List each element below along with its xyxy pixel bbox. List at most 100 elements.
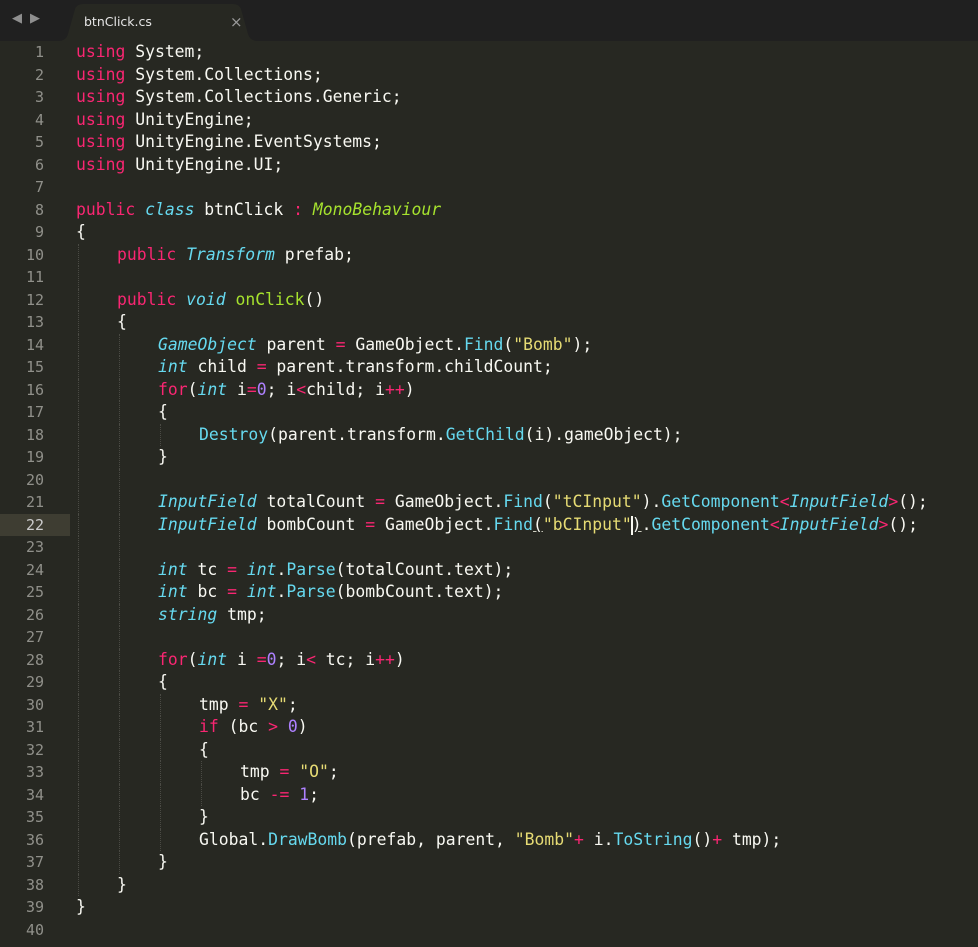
code-token: } [117,874,127,894]
close-icon[interactable]: × [230,13,243,31]
code-line[interactable]: 7 [0,176,978,199]
code-token: . [276,559,287,579]
code-token: > [888,492,899,511]
tab-btnclick[interactable]: btnClick.cs × [58,4,258,41]
code-token: ) [404,379,415,399]
code-line[interactable]: 4 using UnityEngine; [0,109,978,132]
indent-guide [119,626,120,649]
code-line[interactable]: 22 InputField bombCount = GameObject.Find… [0,513,978,536]
code-token: Find [503,492,543,511]
code-token: ) [631,514,642,534]
code-line[interactable]: 12 public void onClick() [0,288,978,311]
indent-guide [201,761,202,784]
code-token: "Bomb" [513,334,573,354]
code-token: = [375,492,385,511]
code-line[interactable]: 6 using UnityEngine.UI; [0,154,978,177]
code-token: = [227,582,237,601]
code-text: for(int i=0; i<child; i++) [158,379,415,402]
code-token: Parse [286,559,336,579]
indent-guide [78,603,79,626]
code-text: { [117,311,127,334]
code-line[interactable]: 25 int bc = int.Parse(bombCount.text); [0,581,978,604]
code-line[interactable]: 29 { [0,671,978,694]
code-token: parent [256,334,336,354]
code-token: "X" [258,694,288,714]
code-line[interactable]: 36 Global.DrawBomb(prefab, parent, "Bomb"… [0,828,978,851]
code-line[interactable]: 35} [0,806,978,829]
code-line[interactable]: 38} [0,873,978,896]
indent-guide [78,783,79,806]
code-line[interactable]: 15 int child = parent.transform.childCoun… [0,356,978,379]
code-token: for [158,379,188,399]
indent-guide [160,761,161,784]
code-editor[interactable]: 1 using System; 2 using System.Collections;… [0,41,978,947]
code-line[interactable]: 20 [0,468,978,491]
code-line[interactable]: 8 public class btnClick : MonoBehaviour [0,199,978,222]
code-line[interactable]: 40 [0,919,978,942]
code-line[interactable]: 32 { [0,738,978,761]
code-line[interactable]: 2 using System.Collections; [0,64,978,87]
line-number: 39 [25,898,44,916]
code-line[interactable]: 27 [0,626,978,649]
code-token: UnityEngine; [125,109,254,129]
indent-guide [119,693,120,716]
code-line[interactable]: 3 using System.Collections.Generic; [0,86,978,109]
line-number: 26 [25,605,44,624]
code-token: Transform [186,244,275,264]
code-line[interactable]: 30 tmp = "X"; [0,693,978,717]
code-token: public [76,199,136,219]
indent-guide [78,671,79,694]
line-number: 37 [25,853,44,871]
code-text: tmp = "X"; [199,694,298,717]
code-token: Global. [199,829,269,849]
code-line[interactable]: 23 [0,536,978,559]
nav-left-icon[interactable]: ◀ [12,11,22,27]
code-line[interactable]: 17 { [0,401,978,424]
code-line[interactable]: 18 Destroy(parent.transform.GetChild(i).g… [0,423,978,446]
code-token: = [227,559,237,579]
indent-guide [160,783,161,806]
code-line[interactable]: 26 string tmp; [0,603,978,626]
line-number: 2 [34,65,44,84]
line-number: 10 [25,245,44,264]
code-token: Parse [286,582,336,601]
code-token: string [158,604,218,624]
line-number: 18 [25,425,44,444]
code-line[interactable]: 11 [0,266,978,289]
code-line[interactable]: 10 public Transform prefab; [0,243,978,266]
code-token: tc; i [315,649,376,669]
code-line[interactable]: 1 using System; [0,41,978,64]
code-token: class [145,199,195,219]
code-line[interactable]: 13 { [0,311,978,334]
code-line[interactable]: 19} [0,446,978,469]
code-token: using [76,42,126,61]
code-line[interactable]: 34 bc -= 1; [0,783,978,806]
code-line[interactable]: 31 if (bc > 0) [0,716,978,739]
code-token: using [76,64,126,84]
nav-right-icon[interactable]: ▶ [30,11,40,27]
code-token: = [335,334,346,354]
code-token: tmp); [722,829,782,849]
code-line[interactable]: 24 int tc = int.Parse(totalCount.text); [0,558,978,581]
code-line[interactable]: 28 for(int i =0; i< tc; i++) [0,648,978,671]
code-token: () [304,289,325,309]
code-token: ; i [266,379,297,399]
code-token: "tCInput" [552,492,642,511]
code-line[interactable]: 21 InputField totalCount = GameObject.Fin… [0,491,978,514]
code-text: int bc = int.Parse(bombCount.text); [158,581,503,604]
code-token: ( [187,649,198,669]
code-line[interactable]: 14 GameObject parent = GameObject.Find("B… [0,333,978,356]
code-token: < [306,649,316,669]
code-line[interactable]: 37} [0,851,978,874]
code-token: ( [533,514,543,534]
code-line[interactable]: 33 tmp = "O"; [0,761,978,784]
indent-guide [119,716,120,739]
code-line[interactable]: 5 using UnityEngine.EventSystems; [0,131,978,154]
code-token: InputField [779,514,879,534]
code-line[interactable]: 39} [0,896,978,919]
code-line[interactable]: 16 for(int i=0; i<child; i++) [0,378,978,402]
code-line[interactable]: 9{ [0,221,978,244]
indent-guide [160,738,161,761]
